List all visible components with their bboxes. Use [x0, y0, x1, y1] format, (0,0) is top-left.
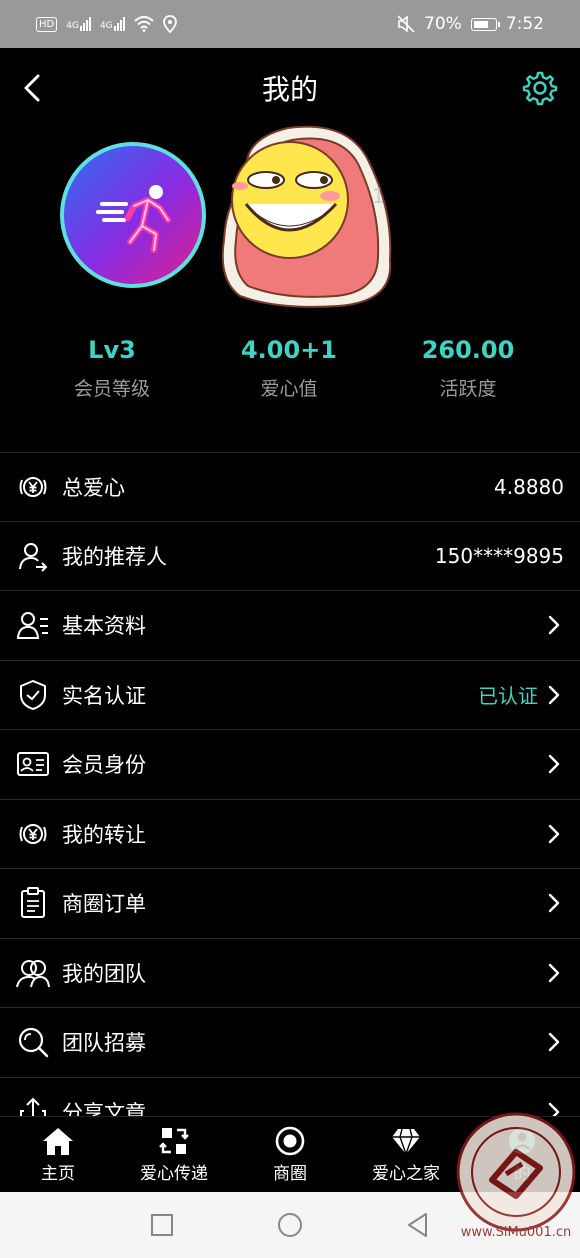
watermark-text: www.SiMu001.cn [461, 1225, 572, 1240]
top-header: 我的 [0, 48, 580, 128]
user-arrow-icon [19, 542, 48, 572]
menu-value: 150****9895 [434, 543, 564, 568]
stat-label: 活跃度 [439, 378, 497, 400]
user-id-fragment: 1 [372, 184, 385, 208]
home-icon [43, 1127, 73, 1155]
menu-label: 团队招募 [62, 1031, 146, 1056]
home-circle-icon[interactable] [276, 1211, 304, 1239]
menu-label: 商圈订单 [62, 892, 146, 917]
yuan-heart-icon [19, 476, 47, 497]
yuan-transfer-icon [19, 823, 47, 844]
exchange-icon [159, 1127, 189, 1154]
menu-item-my-team[interactable]: 我的团队 [0, 939, 580, 1008]
menu-item-transfer[interactable]: 我的转让 [0, 800, 580, 869]
chevron-right-icon [548, 616, 560, 635]
stat-love-value: 4.00+1 爱心值 [204, 336, 374, 401]
tab-label: 主页 [41, 1163, 75, 1184]
tab-love-home[interactable]: 爱心之家 [348, 1117, 464, 1192]
stat-label: 爱心值 [260, 378, 318, 400]
chevron-right-icon [548, 1033, 560, 1052]
back-triangle-icon[interactable] [404, 1211, 432, 1239]
diamond-icon [392, 1128, 420, 1156]
wifi-icon [133, 16, 154, 32]
chevron-right-icon [548, 894, 560, 913]
stat-member-level: Lv3 会员等级 [27, 336, 197, 401]
menu-item-total-love[interactable]: 总爱心 4.8880 [0, 452, 580, 522]
recents-square-icon[interactable] [148, 1211, 176, 1239]
tab-label: 商圈 [273, 1163, 307, 1184]
id-card-icon [17, 752, 49, 777]
stat-label: 会员等级 [73, 378, 150, 400]
chevron-right-icon [548, 755, 560, 774]
site-watermark-logo: www.SiMu001.cn [456, 1112, 576, 1240]
menu-label: 我的转让 [62, 822, 146, 847]
chevron-right-icon [548, 963, 560, 982]
battery-percent: 70% [424, 14, 462, 34]
location-icon [162, 15, 177, 33]
verified-status: 已认证 [478, 684, 538, 709]
page-title: 我的 [261, 73, 318, 106]
menu-item-referrer[interactable]: 我的推荐人 150****9895 [0, 522, 580, 591]
stat-value: 4.00+1 [240, 336, 338, 364]
stat-value: Lv3 [88, 336, 136, 364]
menu-label: 我的团队 [62, 961, 146, 986]
clock: 7:52 [505, 14, 544, 34]
team-icon [16, 959, 50, 987]
tab-love-transfer[interactable]: 爱心传递 [116, 1117, 232, 1192]
tab-label: 爱心之家 [372, 1163, 440, 1184]
menu-item-recruit[interactable]: 团队招募 [0, 1008, 580, 1078]
stat-value: 260.00 [421, 336, 515, 364]
hd-badge: HD [36, 16, 58, 32]
tab-home[interactable]: 主页 [0, 1117, 116, 1192]
menu-label: 实名认证 [62, 683, 146, 708]
share-icon [20, 1097, 46, 1116]
menu-list: 总爱心 4.8880 我的推荐人 150****9895 基本资料 实名认证 已… [0, 452, 580, 1116]
chevron-right-icon [548, 824, 560, 843]
menu-value: 4.8880 [494, 474, 564, 499]
mute-icon [397, 15, 415, 33]
emoji-sticker [221, 125, 392, 308]
menu-item-orders[interactable]: 商圈订单 [0, 869, 580, 939]
menu-label: 总爱心 [62, 475, 125, 500]
shield-check-icon [20, 679, 46, 710]
menu-label: 我的推荐人 [62, 544, 167, 569]
tab-business-circle[interactable]: 商圈 [232, 1117, 348, 1192]
search-icon [18, 1028, 49, 1058]
status-bar: HD 4G 4G 70% 7:52 [0, 0, 580, 48]
menu-item-basic-info[interactable]: 基本资料 [0, 591, 580, 661]
back-arrow-icon[interactable] [16, 70, 52, 106]
menu-label: 基本资料 [62, 614, 146, 639]
chevron-right-icon [548, 685, 560, 704]
battery-icon [470, 17, 500, 31]
running-person-icon [96, 185, 171, 253]
clipboard-icon [21, 887, 45, 919]
menu-item-membership[interactable]: 会员身份 [0, 730, 580, 800]
signal-icon: 4G [66, 17, 91, 31]
settings-gear-icon[interactable] [522, 70, 558, 106]
signal-icon-2: 4G [100, 17, 125, 31]
menu-item-real-name[interactable]: 实名认证 已认证 [0, 661, 580, 730]
user-list-icon [16, 612, 48, 640]
circle-target-icon [275, 1126, 305, 1155]
menu-label: 会员身份 [62, 753, 146, 778]
stat-activity: 260.00 活跃度 [383, 336, 553, 401]
avatar[interactable] [60, 142, 206, 288]
tab-label: 爱心传递 [140, 1163, 208, 1184]
